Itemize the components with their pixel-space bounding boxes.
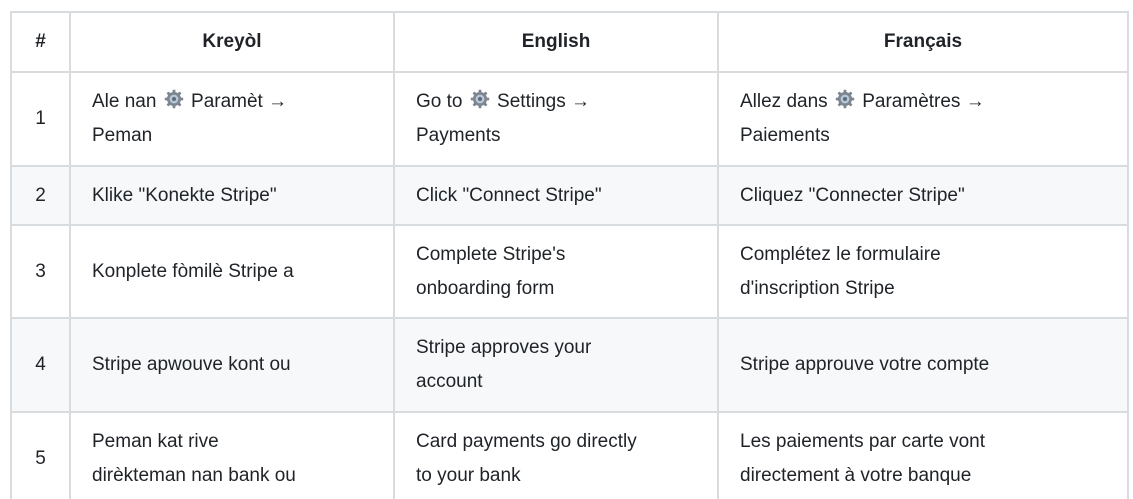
cell-english: Complete Stripe's onboarding form [393,224,719,319]
table-row: 5 Peman kat rive dirèkteman nan bank ou … [10,411,1129,499]
cell-francais: Allez dans Paramètres → Paiements [717,71,1129,167]
cell-francais: Cliquez "Connecter Stripe" [717,165,1129,226]
cell-text: Paiements [740,125,830,146]
cell-text: Card payments go directly [416,431,637,452]
cell-text: Go to [416,91,463,112]
cell-text: to your bank [416,465,521,486]
header-number: # [10,11,71,73]
row-number: 4 [10,317,71,413]
cell-kreyol: Peman kat rive dirèkteman nan bank ou [69,411,395,499]
gear-icon [835,89,855,109]
cell-text: Payments [416,125,501,146]
header-francais: Français [717,11,1129,73]
cell-text: Paramèt → [191,91,288,112]
cell-text: directement à votre banque [740,465,972,486]
cell-francais: Les paiements par carte vont directement… [717,411,1129,499]
table-row: 3 Konplete fòmilè Stripe a Complete Stri… [10,224,1129,319]
cell-english: Click "Connect Stripe" [393,165,719,226]
row-number: 1 [10,71,71,167]
table-row: 4 Stripe apwouve kont ou Stripe approves… [10,317,1129,413]
table-row: 1 Ale nan Paramèt → Peman Go to Settings… [10,71,1129,167]
cell-text: Ale nan [92,91,157,112]
cell-francais: Stripe approuve votre compte [717,317,1129,413]
instructions-table: # Kreyòl English Français 1 Ale nan Para… [10,11,1129,499]
row-number: 2 [10,165,71,226]
cell-text: dirèkteman nan bank ou [92,465,296,486]
cell-english: Stripe approves your account [393,317,719,413]
cell-text: account [416,371,483,392]
cell-text: d'inscription Stripe [740,277,895,299]
row-number: 3 [10,224,71,319]
cell-text: Allez dans [740,91,828,112]
cell-english: Card payments go directly to your bank [393,411,719,499]
cell-kreyol: Klike "Konekte Stripe" [69,165,395,226]
header-row: # Kreyòl English Français [10,11,1129,73]
cell-kreyol: Konplete fòmilè Stripe a [69,224,395,319]
table-row: 2 Klike "Konekte Stripe" Click "Connect … [10,165,1129,226]
cell-francais: Complétez le formulaire d'inscription St… [717,224,1129,319]
cell-text: Peman [92,125,153,146]
header-english: English [393,11,719,73]
cell-kreyol: Ale nan Paramèt → Peman [69,71,395,167]
row-number: 5 [10,411,71,499]
table-header: # Kreyòl English Français [10,11,1129,73]
cell-text: Paramètres → [862,91,985,112]
gear-icon [470,89,490,109]
header-kreyol: Kreyòl [69,11,395,73]
page: # Kreyòl English Français 1 Ale nan Para… [0,0,1133,499]
cell-text: Les paiements par carte vont [740,431,986,452]
gear-icon [164,89,184,109]
cell-text: onboarding form [416,277,555,299]
cell-text: Peman kat rive [92,431,219,452]
cell-text: Complete Stripe's [416,243,566,265]
cell-text: Stripe approves your [416,337,592,358]
cell-english: Go to Settings → Payments [393,71,719,167]
cell-kreyol: Stripe apwouve kont ou [69,317,395,413]
cell-text: Settings → [497,91,590,112]
cell-text: Complétez le formulaire [740,243,941,265]
table-body: 1 Ale nan Paramèt → Peman Go to Settings… [10,71,1129,499]
